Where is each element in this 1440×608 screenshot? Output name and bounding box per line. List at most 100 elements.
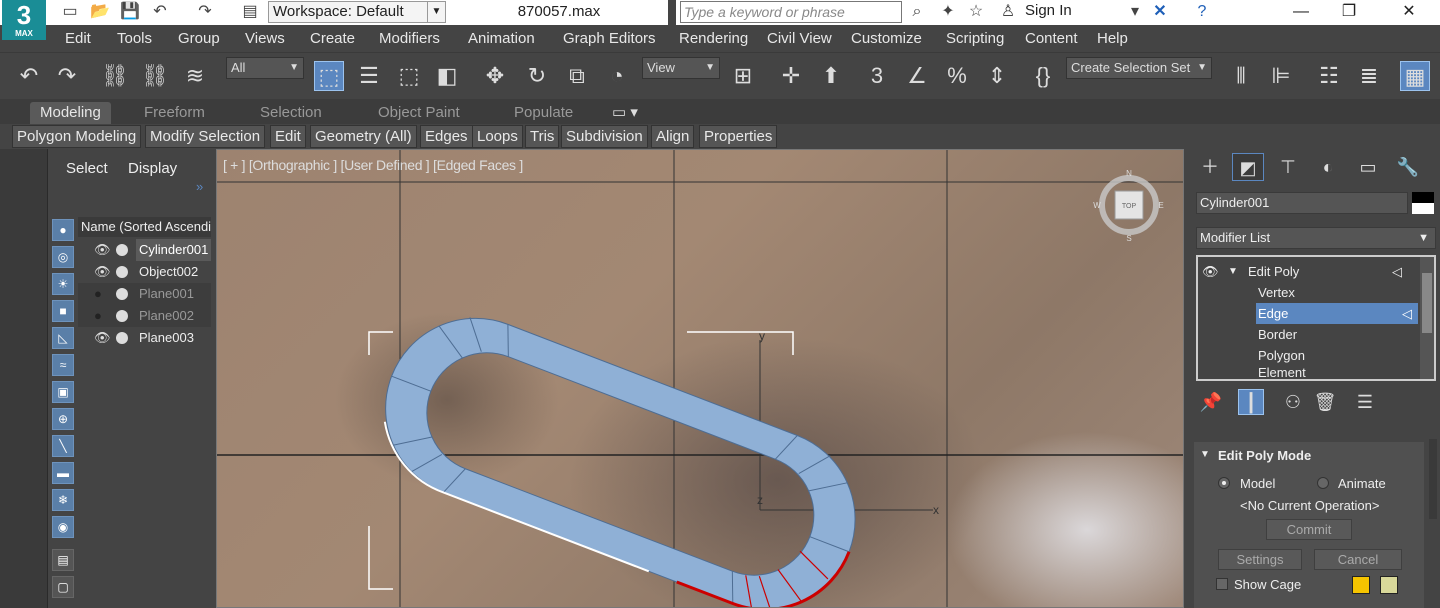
utilities-tab-icon[interactable]: 🔧 — [1392, 153, 1424, 181]
tab-modeling[interactable]: Modeling — [30, 102, 111, 124]
motion-tab-icon[interactable]: ◐ — [1312, 153, 1344, 181]
pivot-center-icon[interactable]: ⊞ — [728, 61, 758, 91]
configure-modifier-sets-icon[interactable]: ☰ — [1352, 389, 1378, 415]
visibility-eye-icon[interactable]: 👁 — [94, 327, 112, 349]
show-end-result-icon[interactable]: ┃ — [1238, 389, 1264, 415]
stack-item-edge[interactable]: Edge ◁ — [1256, 303, 1418, 324]
create-tab-icon[interactable]: ＋ — [1194, 153, 1226, 181]
toggle-scene-explorer-icon[interactable]: ☷ — [1314, 61, 1344, 91]
object-name-field[interactable]: Cylinder001 — [1196, 192, 1408, 214]
animate-radio[interactable] — [1317, 477, 1329, 489]
settings-button[interactable]: Settings — [1218, 549, 1302, 570]
menu-help[interactable]: Help — [1097, 30, 1128, 47]
modify-tab-icon[interactable]: ◩ — [1232, 153, 1264, 181]
cage-color-swatch[interactable] — [1352, 576, 1370, 594]
viewport-top[interactable]: [ + ] [Orthographic ] [User Defined ] [E… — [216, 149, 1184, 608]
project-folder-icon[interactable]: ▤ — [240, 2, 260, 22]
explorer-tab-select[interactable]: Select — [66, 160, 108, 177]
remove-modifier-icon[interactable]: 🗑 — [1312, 389, 1338, 415]
cameras-filter-icon[interactable]: ■ — [52, 300, 74, 322]
menu-views[interactable]: Views — [245, 30, 285, 47]
bones-filter-icon[interactable]: ╲ — [52, 435, 74, 457]
unlink-icon[interactable]: ⛓ — [140, 61, 170, 91]
tab-selection[interactable]: Selection — [260, 102, 322, 124]
scrollbar-thumb[interactable] — [1422, 273, 1432, 333]
open-file-icon[interactable]: 📂 — [90, 2, 110, 22]
snaps-toggle-icon[interactable]: 3 — [862, 61, 892, 91]
select-manipulate-icon[interactable]: ✛ — [776, 61, 806, 91]
shapes-filter-icon[interactable]: ◎ — [52, 246, 74, 268]
redo-icon[interactable]: ↷ — [52, 61, 82, 91]
panel-geometry-all[interactable]: Geometry (All) — [310, 125, 417, 148]
visibility-eye-icon[interactable]: 👁 — [94, 239, 112, 261]
scale-icon[interactable]: ⧉ — [562, 61, 592, 91]
redo-icon[interactable]: ↷ — [195, 2, 215, 22]
select-by-name-icon[interactable]: ☰ — [354, 61, 384, 91]
panel-properties[interactable]: Properties — [699, 125, 778, 148]
xrefs-filter-icon[interactable]: ⊕ — [52, 408, 74, 430]
scene-row[interactable]: 👁 Object002 — [78, 261, 211, 283]
display-tab-icon[interactable]: ▭ — [1352, 153, 1384, 181]
move-icon[interactable]: ✥ — [480, 61, 510, 91]
pin-stack-icon[interactable]: 📌 — [1198, 389, 1224, 415]
sign-in-button[interactable]: Sign In — [1025, 2, 1072, 19]
undo-icon[interactable]: ↶ — [14, 61, 44, 91]
hidden-eye-icon[interactable]: ● — [94, 283, 112, 305]
panel-tris[interactable]: Tris — [525, 125, 560, 148]
tab-freeform[interactable]: Freeform — [144, 102, 205, 124]
viewcube[interactable]: TOP N S E W — [1093, 169, 1163, 243]
panel-modify-selection[interactable]: Modify Selection — [145, 125, 266, 148]
groups-filter-icon[interactable]: ▣ — [52, 381, 74, 403]
display-all-icon[interactable]: ▤ — [52, 549, 74, 571]
object-color-swatch[interactable] — [1412, 192, 1434, 214]
link-icon[interactable]: ⛓ — [100, 61, 130, 91]
show-cage-checkbox[interactable] — [1216, 578, 1228, 590]
exchange-icon[interactable]: ✕ — [1150, 2, 1170, 22]
hidden-eye-icon[interactable]: ● — [94, 305, 112, 327]
display-none-icon[interactable]: ▢ — [52, 576, 74, 598]
freeze-toggle-icon[interactable] — [116, 266, 128, 278]
panel-polygon-modeling[interactable]: Polygon Modeling — [12, 125, 142, 148]
containers-filter-icon[interactable]: ▬ — [52, 462, 74, 484]
geometry-filter-icon[interactable]: ● — [52, 219, 74, 241]
stack-item-element[interactable]: Element — [1258, 366, 1306, 379]
ribbon-options-icon[interactable]: ▭ ▾ — [612, 102, 638, 124]
menu-edit[interactable]: Edit — [65, 30, 91, 47]
frozen-filter-icon[interactable]: ❄ — [52, 489, 74, 511]
menu-animation[interactable]: Animation — [468, 30, 535, 47]
menu-tools[interactable]: Tools — [117, 30, 152, 47]
star-icon[interactable]: ☆ — [966, 2, 986, 22]
stack-item-edit-poly[interactable]: Edit Poly — [1248, 261, 1299, 282]
menu-modifiers[interactable]: Modifiers — [379, 30, 440, 47]
tab-object-paint[interactable]: Object Paint — [378, 102, 460, 124]
panel-edges[interactable]: Edges — [420, 125, 473, 148]
modifier-list-dropdown[interactable]: Modifier List ▼ — [1196, 227, 1436, 249]
explorer-tab-display[interactable]: Display — [128, 160, 177, 177]
select-object-icon[interactable]: ⬚ — [314, 61, 344, 91]
panel-align[interactable]: Align — [651, 125, 695, 148]
expand-icon[interactable]: » — [196, 179, 203, 194]
window-crossing-icon[interactable]: ◧ — [432, 61, 462, 91]
mirror-icon[interactable]: ⫴ — [1226, 61, 1256, 91]
menu-content[interactable]: Content — [1025, 30, 1078, 47]
panel-scrollbar[interactable] — [1429, 439, 1437, 519]
new-file-icon[interactable]: ▭ — [60, 2, 80, 22]
percent-snap-icon[interactable]: % — [942, 61, 972, 91]
panel-loops[interactable]: Loops — [472, 125, 523, 148]
menu-group[interactable]: Group — [178, 30, 220, 47]
stack-item-vertex[interactable]: Vertex — [1258, 282, 1295, 303]
hierarchy-tab-icon[interactable]: ⊤ — [1272, 153, 1304, 181]
edit-named-selection-icon[interactable]: {} — [1028, 61, 1058, 91]
eye-icon[interactable]: 👁 — [1202, 261, 1219, 282]
named-selection-sets-dropdown[interactable]: Create Selection Set ▼ — [1066, 57, 1212, 79]
close-button[interactable]: ✕ — [1386, 0, 1432, 25]
rotate-icon[interactable]: ↻ — [522, 61, 552, 91]
tab-populate[interactable]: Populate — [514, 102, 573, 124]
save-file-icon[interactable]: 💾 — [120, 2, 140, 22]
place-icon[interactable]: ◔ — [602, 61, 632, 91]
selection-filter-dropdown[interactable]: All ▼ — [226, 57, 304, 79]
freeze-toggle-icon[interactable] — [116, 244, 128, 256]
panel-subdivision[interactable]: Subdivision — [561, 125, 648, 148]
cage-selected-color-swatch[interactable] — [1380, 576, 1398, 594]
menu-customize[interactable]: Customize — [851, 30, 922, 47]
